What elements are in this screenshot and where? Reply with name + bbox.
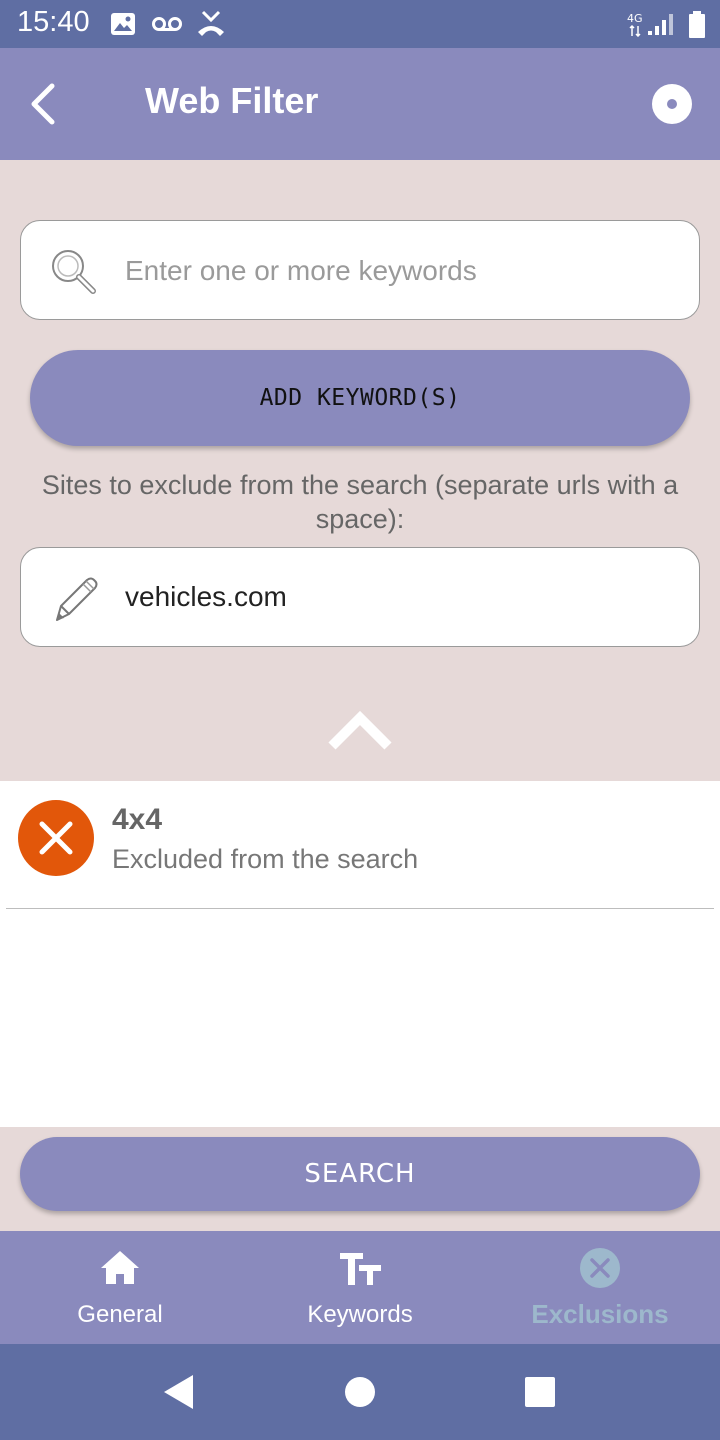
collapse-button[interactable] bbox=[326, 706, 394, 754]
tab-exclusions-label: Exclusions bbox=[531, 1299, 669, 1329]
tab-keywords-label: Keywords bbox=[307, 1301, 413, 1328]
signal-icon bbox=[647, 12, 677, 40]
system-home-button[interactable] bbox=[340, 1372, 380, 1412]
exclusions-list: 4x4 Excluded from the search bbox=[0, 781, 720, 1127]
battery-icon bbox=[688, 11, 706, 43]
image-icon bbox=[110, 12, 136, 40]
bottom-nav: General Keywords Exclusions bbox=[0, 1231, 720, 1344]
app-bar: Web Filter bbox=[0, 48, 720, 160]
circle-home-icon bbox=[345, 1377, 375, 1407]
sites-input-value[interactable]: vehicles.com bbox=[125, 581, 287, 613]
tab-general[interactable]: General bbox=[0, 1231, 240, 1344]
chevron-left-icon bbox=[31, 83, 55, 125]
search-icon bbox=[47, 245, 99, 297]
keyword-input[interactable] bbox=[125, 243, 685, 299]
page-title: Web Filter bbox=[145, 80, 319, 121]
add-keywords-button[interactable]: ADD KEYWORD(S) bbox=[30, 350, 690, 446]
square-recents-icon bbox=[525, 1377, 555, 1407]
list-item[interactable]: 4x4 Excluded from the search bbox=[0, 781, 720, 909]
status-time: 15:40 bbox=[17, 6, 90, 38]
system-recents-button[interactable] bbox=[520, 1372, 560, 1412]
home-icon bbox=[99, 1247, 141, 1289]
tab-keywords[interactable]: Keywords bbox=[240, 1231, 480, 1344]
close-circle-icon bbox=[579, 1247, 621, 1289]
missed-call-icon bbox=[196, 10, 226, 42]
pencil-icon bbox=[47, 572, 99, 624]
exclusion-title: 4x4 bbox=[112, 803, 163, 836]
record-button[interactable] bbox=[652, 84, 692, 124]
tab-exclusions[interactable]: Exclusions bbox=[480, 1231, 720, 1344]
sites-label: Sites to exclude from the search (separa… bbox=[41, 470, 679, 534]
divider bbox=[6, 908, 714, 909]
remove-icon[interactable] bbox=[18, 800, 94, 876]
exclusion-subtitle: Excluded from the search bbox=[112, 844, 419, 874]
sites-field[interactable]: vehicles.com bbox=[20, 547, 700, 647]
status-bar: 15:40 4G bbox=[0, 0, 720, 48]
search-button[interactable]: SEARCH bbox=[20, 1137, 700, 1211]
network-4g-icon: 4G bbox=[627, 11, 645, 41]
chevron-up-icon bbox=[328, 710, 392, 750]
triangle-back-icon bbox=[164, 1375, 193, 1409]
network-label: 4G bbox=[627, 12, 643, 25]
system-back-button[interactable] bbox=[160, 1372, 200, 1412]
back-button[interactable] bbox=[22, 78, 70, 130]
text-size-icon bbox=[339, 1247, 381, 1289]
keyword-field bbox=[20, 220, 700, 320]
tab-general-label: General bbox=[77, 1301, 163, 1328]
voicemail-icon bbox=[152, 15, 182, 37]
record-icon bbox=[652, 84, 692, 124]
system-nav-bar bbox=[0, 1344, 720, 1440]
